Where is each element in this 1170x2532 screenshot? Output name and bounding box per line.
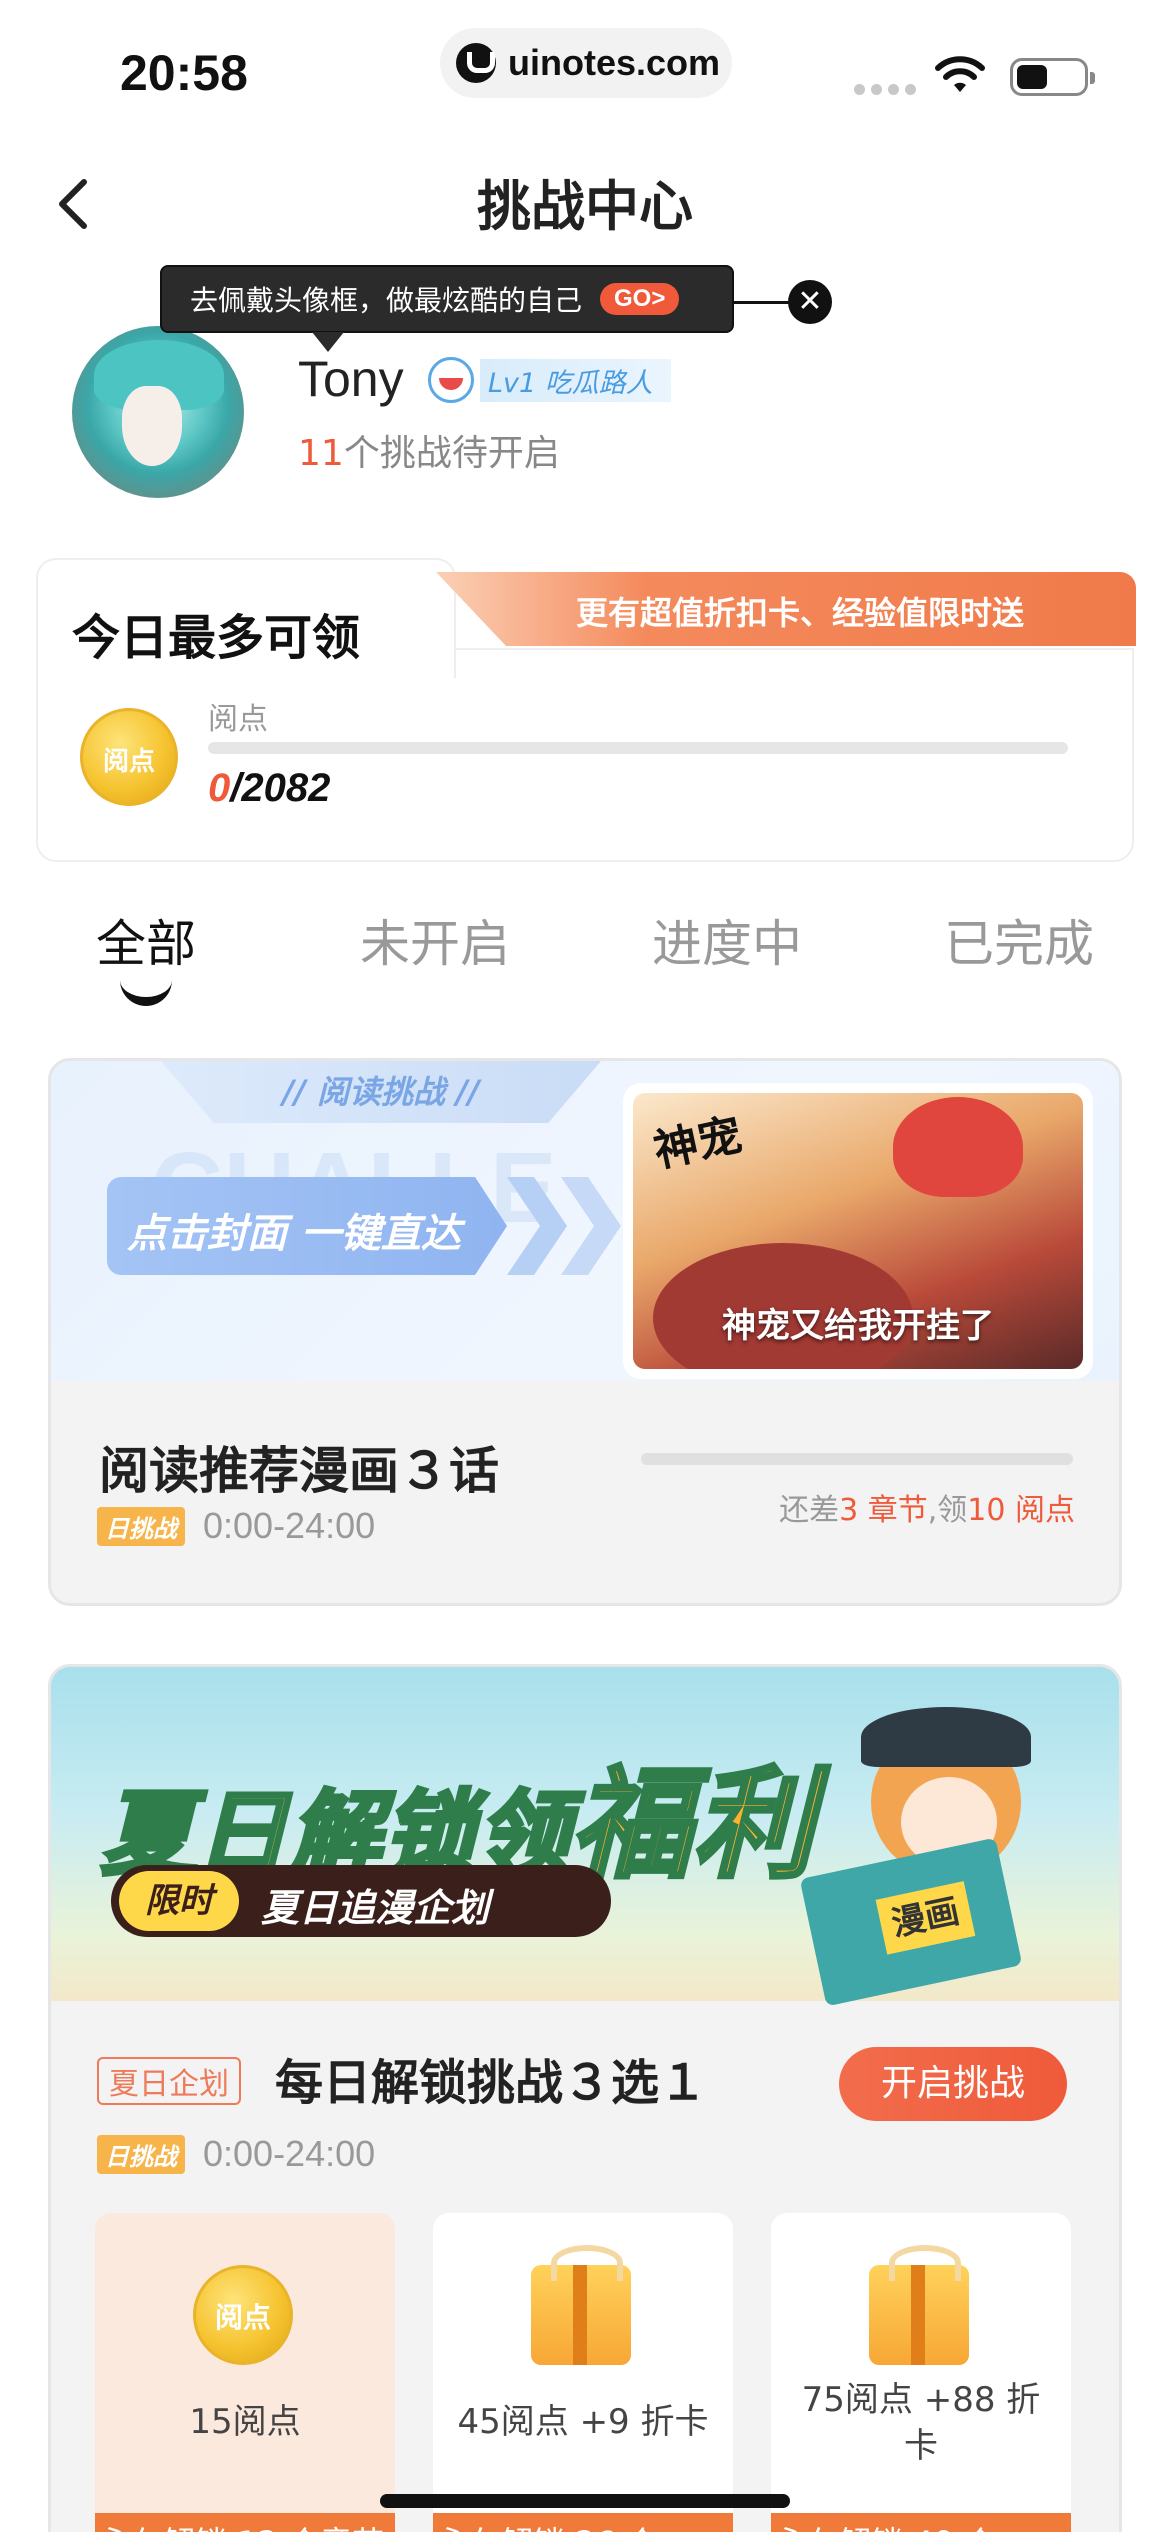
url-text: uinotes.com (508, 42, 721, 83)
reward-options: 阅点 15阅点 永久解锁 12 个章节 45阅点 +9 折卡 永久解锁 26 个… (95, 2213, 1095, 2532)
comic-cover[interactable]: 神宠 神宠又给我开挂了 (623, 1083, 1093, 1379)
click-cover-pill[interactable]: 点击封面 一键直达 (107, 1177, 507, 1275)
status-bar: 20:58 uinotes.com (0, 0, 1170, 130)
site-logo-icon (456, 43, 496, 83)
reward-option-1[interactable]: 阅点 15阅点 永久解锁 12 个章节 (95, 2213, 395, 2532)
reward-option-footer: 永久解锁 40 个 (771, 2513, 1071, 2532)
reading-challenge-banner[interactable]: // 阅读挑战 // CHALLE 点击封面 一键直达 神宠 神宠又给我开挂了 (51, 1061, 1119, 1381)
home-indicator[interactable] (380, 2494, 790, 2508)
yuedian-total: 2082 (241, 766, 331, 810)
reading-challenge-card[interactable]: // 阅读挑战 // CHALLE 点击封面 一键直达 神宠 神宠又给我开挂了 … (48, 1058, 1122, 1606)
yuedian-current: 0 (208, 766, 231, 810)
tab-completed[interactable]: 已完成 (944, 904, 1094, 976)
start-challenge-button[interactable]: 开启挑战 (839, 2047, 1067, 2121)
tooltip-go-button[interactable]: GO> (600, 283, 680, 315)
today-promo-banner: 更有超值折扣卡、经验值限时送 (436, 572, 1136, 646)
close-icon[interactable]: ✕ (788, 280, 832, 324)
today-title: 今日最多可领 (72, 610, 361, 666)
reward-option-2[interactable]: 45阅点 +9 折卡 永久解锁 26 个 (433, 2213, 733, 2532)
today-promo-text: 更有超值折扣卡、经验值限时送 (576, 594, 1025, 632)
challenge-time: 0:00-24:00 (203, 2133, 376, 2174)
challenge-progress-text: 还差3 章节,领10 阅点 (779, 1493, 1075, 1528)
summer-banner[interactable]: 夏日解锁领福利 限时 夏日追漫企划 漫画 (51, 1667, 1119, 2007)
level-badge[interactable]: Lv1 吃瓜路人 (428, 357, 671, 403)
watermelon-icon (428, 357, 474, 403)
daily-challenge-row: 日挑战 0:00-24:00 (97, 2133, 376, 2174)
pending-count: 11 (298, 433, 344, 474)
url-pill[interactable]: uinotes.com (440, 28, 732, 98)
summer-plan-tag: 夏日企划 (97, 2057, 241, 2105)
reward-option-footer: 永久解锁 26 个 (433, 2513, 733, 2532)
daily-challenge-row: 日挑战 0:00-24:00 (97, 1505, 376, 1546)
summer-challenge-card: 夏日解锁领福利 限时 夏日追漫企划 漫画 夏日企划 每日解锁挑战３选１ 日挑战 … (48, 1664, 1122, 2532)
user-name: Tony (298, 351, 404, 407)
limited-text: 夏日追漫企划 (261, 1886, 490, 1930)
tab-in-progress[interactable]: 进度中 (652, 904, 802, 976)
gift-box-icon (869, 2245, 969, 2365)
filter-tabs: 全部 未开启 进度中 已完成 (0, 904, 1170, 1014)
wifi-icon (935, 56, 985, 92)
mascot-book-label: 漫画 (875, 1881, 976, 1955)
daily-challenge-tag: 日挑战 (97, 1506, 185, 1546)
tooltip-text: 去佩戴头像框，做最炫酷的自己 (190, 284, 583, 317)
avatar-frame-tooltip[interactable]: 去佩戴头像框，做最炫酷的自己 GO> (160, 265, 734, 352)
challenge-title: 阅读推荐漫画３话 (99, 1442, 499, 1500)
mascot-girl-illustration: 漫画 (799, 1687, 1071, 2007)
challenge-progress-bar (641, 1453, 1073, 1465)
reward-option-label: 15阅点 (189, 2402, 301, 2442)
signal-icon (854, 84, 916, 95)
challenge-time: 0:00-24:00 (203, 1505, 376, 1546)
limited-time-pill: 限时 夏日追漫企划 (111, 1865, 611, 1937)
summer-challenge-title: 每日解锁挑战３选１ (275, 2055, 708, 2111)
reward-option-3[interactable]: 75阅点 +88 折卡 永久解锁 40 个 (771, 2213, 1071, 2532)
page-title: 挑战中心 (477, 175, 693, 238)
coin-icon: 阅点 (80, 708, 178, 806)
yuedian-progress-bar (208, 742, 1068, 754)
cover-art-title: 神宠 (649, 1109, 747, 1178)
coin-icon: 阅点 (193, 2265, 293, 2365)
limited-tag: 限时 (119, 1871, 239, 1931)
level-text: Lv1 吃瓜路人 (480, 358, 671, 402)
reward-option-footer: 永久解锁 12 个章节 (95, 2513, 395, 2532)
yuedian-label: 阅点 (208, 702, 268, 737)
gift-box-icon (531, 2245, 631, 2365)
tab-active-indicator (120, 980, 172, 1006)
reward-option-label: 75阅点 +88 折卡 (801, 2380, 1041, 2466)
tab-not-started[interactable]: 未开启 (360, 904, 510, 976)
comic-cover-art: 神宠 神宠又给我开挂了 (633, 1093, 1083, 1369)
pending-challenges: 11个挑战待开启 (298, 424, 560, 476)
reading-challenge-label: // 阅读挑战 // (161, 1061, 601, 1123)
chevron-right-icon (561, 1177, 621, 1275)
daily-challenge-tag: 日挑战 (97, 2134, 185, 2174)
reward-option-label: 45阅点 +9 折卡 (457, 2402, 709, 2442)
battery-icon (1010, 58, 1095, 96)
yuedian-value: 0/2082 (208, 766, 331, 810)
pending-text: 个挑战待开启 (343, 433, 560, 474)
status-time: 20:58 (120, 45, 248, 101)
cover-caption: 神宠又给我开挂了 (722, 1306, 994, 1346)
tab-all[interactable]: 全部 (96, 904, 196, 976)
tooltip-tail (312, 332, 344, 352)
tooltip-connector (734, 301, 790, 304)
today-rewards-card: 更有超值折扣卡、经验值限时送 今日最多可领 阅点 阅点 0/2082 (36, 558, 1136, 862)
avatar[interactable] (72, 326, 244, 498)
